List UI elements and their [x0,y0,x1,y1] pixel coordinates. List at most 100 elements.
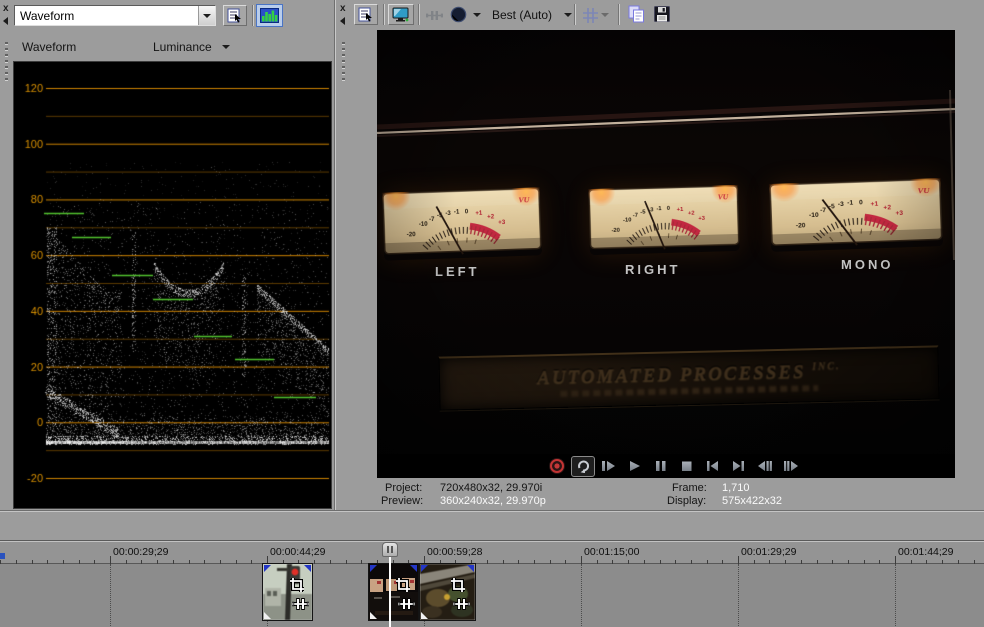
save-snapshot-icon [654,6,670,22]
dropdown-button[interactable] [198,6,215,25]
preview-quality-dropdown[interactable]: Best (Auto) [492,8,573,22]
panel-drag-grip[interactable] [5,42,8,84]
clip-corner-icon [421,565,428,572]
ruler-timecode: 00:00:29;29 [113,546,169,558]
play-from-start-button[interactable] [597,456,621,476]
toolbar-separator [383,4,384,25]
next-frame-icon [784,461,798,471]
fade-handle-icon[interactable] [264,612,271,619]
copy-snapshot-button[interactable] [624,4,648,24]
video-track[interactable] [0,564,984,627]
copy-snapshot-icon [628,5,644,23]
overlay-circle-icon [450,6,466,23]
frame-label: Frame: [672,482,707,494]
record-icon [549,458,565,474]
scope-type-dropdown[interactable]: Waveform [14,5,216,26]
timeline-clip-3[interactable] [419,563,476,621]
play-icon [630,461,640,471]
go-to-start-button[interactable] [701,456,725,476]
clip-corner-icon [467,565,474,572]
event-fx-icon[interactable] [453,597,470,611]
event-fx-icon[interactable] [398,597,415,611]
video-scopes-panel: x Waveform Waveform Luminance [0,0,334,510]
loop-playback-button[interactable] [571,455,595,477]
next-frame-button[interactable] [779,456,803,476]
stop-button[interactable] [675,456,699,476]
vegas-app-window: x Waveform Waveform Luminance x Best (Au… [0,0,984,627]
pause-icon [656,461,666,471]
ruler-timecode: 00:00:44;29 [270,546,326,558]
grid-overlay-icon [582,7,598,23]
clip-corner-icon [264,565,271,572]
collapse-arrow-icon[interactable] [340,17,345,25]
splitscreen-plug-button[interactable] [422,5,446,25]
ruler-timecode: 00:01:44;29 [898,546,954,558]
preview-quality-value: Best (Auto) [492,8,553,22]
project-value: 720x480x32, 29.970i [440,482,543,494]
toolbar-separator [418,4,419,25]
chevron-down-icon [600,13,609,17]
mid-strip: +5;00 [0,510,984,540]
scope-settings-button[interactable] [223,5,247,26]
preview-settings-button[interactable] [354,4,378,25]
panel-drag-grip[interactable] [342,42,345,84]
event-fx-icon[interactable] [292,597,309,611]
waveform-scope-canvas [14,62,331,508]
chevron-down-icon [221,45,230,49]
scope-type-value: Waveform [20,8,75,23]
fade-handle-icon[interactable] [370,612,377,619]
chevron-down-icon [564,13,573,17]
preview-settings-icon [358,7,372,22]
close-icon[interactable]: x [340,4,346,14]
splitscreen-plug-icon [425,10,443,20]
chevron-down-icon [203,13,211,18]
pan-crop-icon[interactable] [395,577,411,593]
preview-value: 360x240x32, 29.970p [440,495,546,507]
video-preview-panel: x Best (Auto) Project: 720x480x32, 29.97… [336,0,984,510]
clip-corner-icon [304,565,311,572]
play-button[interactable] [623,456,647,476]
pan-crop-icon[interactable] [289,577,305,593]
clip-3-thumbnail [420,564,475,620]
timeline-clip-1[interactable] [262,563,313,621]
go-to-end-button[interactable] [727,456,751,476]
timeline-marker-mini[interactable] [0,553,5,559]
overlay-circle-button[interactable] [446,4,470,25]
waveform-scope-display [13,61,332,509]
display-label: Display: [667,495,707,507]
close-icon[interactable]: x [3,4,9,14]
timeline-ruler[interactable]: 00:00:29;29 00:00:44;29 00:00:59;28 00:01:1… [0,542,984,564]
clip-corner-icon [410,565,417,572]
pan-crop-icon[interactable] [450,577,466,593]
histogram-view-button[interactable] [256,4,283,27]
preview-label: Preview: [381,495,424,507]
project-label: Project: [385,482,423,494]
transport-bar [545,455,803,477]
frame-value: 1,710 [722,482,750,494]
clip-corner-icon [370,565,377,572]
ruler-timecode: 00:01:15;00 [584,546,640,558]
chevron-down-icon [472,13,481,17]
scope-row-label: Waveform [22,40,77,54]
previous-frame-button[interactable] [753,456,777,476]
scope-settings-icon [227,8,241,23]
playhead-line[interactable] [389,557,391,627]
overlay-dropdown-button[interactable] [470,5,483,25]
ruler-timecode: 00:01:29;29 [741,546,797,558]
display-value: 575x422x32 [722,495,782,507]
scope-mode-dropdown[interactable]: Luminance [153,40,230,54]
timeline: 00:00:29;29 00:00:44;29 00:00:59;28 00:01:1… [0,540,984,627]
toolbar-separator [618,4,619,25]
timeline-clip-2[interactable] [368,563,419,621]
record-button[interactable] [545,456,569,476]
pause-button[interactable] [649,456,673,476]
vignette-overlay [377,30,955,454]
collapse-arrow-icon[interactable] [3,17,8,25]
playhead-marker-handle[interactable] [382,542,398,557]
go-to-start-icon [707,461,718,471]
ruler-timecode: 00:00:59;28 [427,546,483,558]
grid-dropdown-button[interactable] [598,5,611,25]
save-snapshot-button[interactable] [650,4,674,24]
external-monitor-button[interactable] [388,4,414,25]
fade-handle-icon[interactable] [421,612,428,619]
